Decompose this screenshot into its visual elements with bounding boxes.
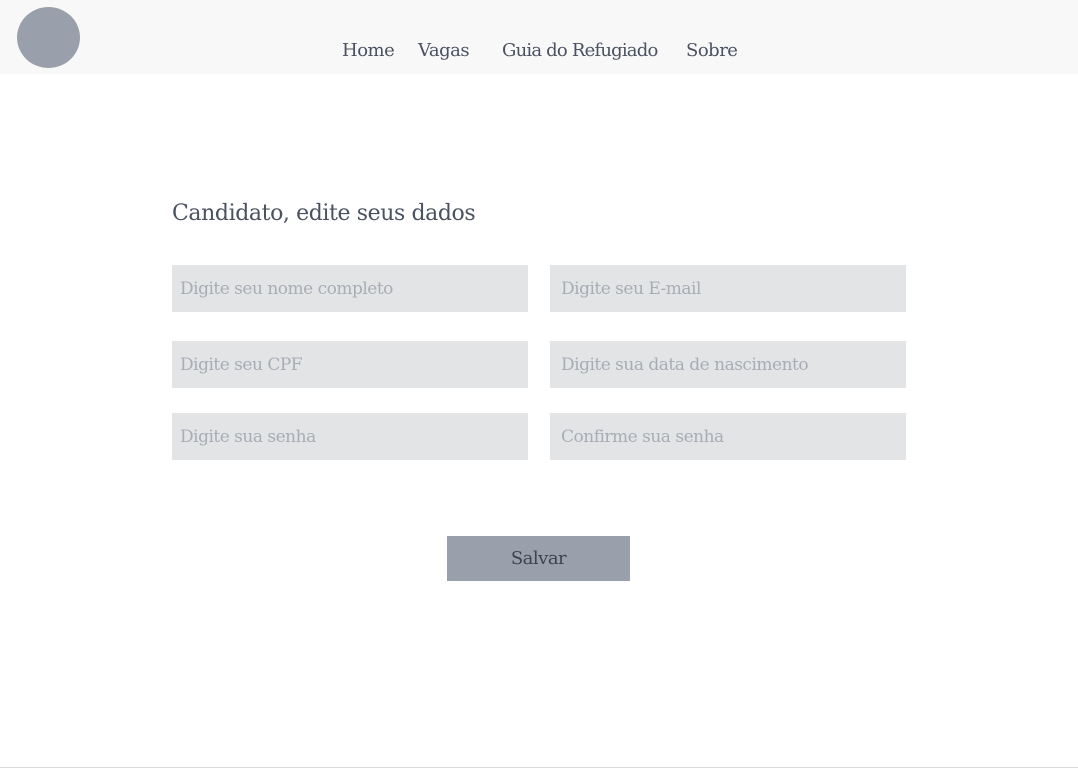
cpf-input[interactable] <box>172 341 528 388</box>
nav-sobre-link[interactable]: Sobre <box>686 38 738 64</box>
save-button[interactable]: Salvar <box>447 536 630 581</box>
confirm-password-input[interactable] <box>550 413 906 460</box>
form-title: Candidato, edite seus dados <box>172 201 476 226</box>
top-navbar: Home Vagas Guia do Refugiado Sobre <box>0 0 1078 74</box>
full-name-input[interactable] <box>172 265 528 312</box>
nav-home-link[interactable]: Home <box>342 38 395 64</box>
password-input[interactable] <box>172 413 528 460</box>
birthdate-input[interactable] <box>550 341 906 388</box>
logo-circle[interactable] <box>17 7 80 68</box>
bottom-divider <box>0 767 1078 768</box>
nav-vagas-link[interactable]: Vagas <box>418 38 470 64</box>
nav-guia-refugiado-link[interactable]: Guia do Refugiado <box>502 38 658 64</box>
email-input[interactable] <box>550 265 906 312</box>
